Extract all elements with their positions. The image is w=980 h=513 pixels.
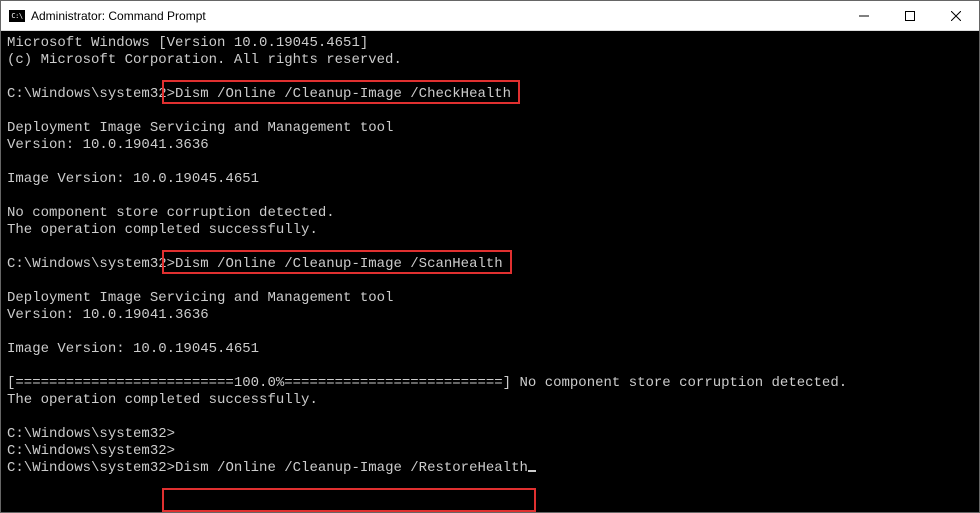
terminal-line: Deployment Image Servicing and Managemen… <box>7 290 393 306</box>
terminal-line: Version: 10.0.19041.3636 <box>7 307 209 323</box>
terminal-line: The operation completed successfully. <box>7 392 318 408</box>
terminal-line: Deployment Image Servicing and Managemen… <box>7 120 393 136</box>
prompt-path: C:\Windows\system32> <box>7 256 175 272</box>
close-button[interactable] <box>933 1 979 30</box>
cmd-icon <box>9 10 25 22</box>
prompt-path: C:\Windows\system32> <box>7 86 175 102</box>
terminal-line: Image Version: 10.0.19045.4651 <box>7 341 259 357</box>
highlight-box <box>162 488 536 512</box>
prompt-path: C:\Windows\system32> <box>7 443 175 459</box>
command-text: Dism /Online /Cleanup-Image /RestoreHeal… <box>175 460 528 476</box>
prompt-path: C:\Windows\system32> <box>7 460 175 476</box>
terminal-line: (c) Microsoft Corporation. All rights re… <box>7 52 402 68</box>
minimize-button[interactable] <box>841 1 887 30</box>
prompt-path: C:\Windows\system32> <box>7 426 175 442</box>
terminal-line: Microsoft Windows [Version 10.0.19045.46… <box>7 35 368 51</box>
terminal-line: Image Version: 10.0.19045.4651 <box>7 171 259 187</box>
window-title: Administrator: Command Prompt <box>31 9 841 23</box>
terminal-area[interactable]: Microsoft Windows [Version 10.0.19045.46… <box>1 31 979 512</box>
terminal-line: The operation completed successfully. <box>7 222 318 238</box>
text-cursor <box>528 470 536 472</box>
maximize-button[interactable] <box>887 1 933 30</box>
window-controls <box>841 1 979 30</box>
command-text: Dism /Online /Cleanup-Image /CheckHealth <box>175 86 511 102</box>
titlebar[interactable]: Administrator: Command Prompt <box>1 1 979 31</box>
terminal-line: [==========================100.0%=======… <box>7 375 847 391</box>
terminal-line: Version: 10.0.19041.3636 <box>7 137 209 153</box>
terminal-line: No component store corruption detected. <box>7 205 335 221</box>
command-prompt-window: Administrator: Command Prompt Microsoft … <box>0 0 980 513</box>
command-text: Dism /Online /Cleanup-Image /ScanHealth <box>175 256 503 272</box>
